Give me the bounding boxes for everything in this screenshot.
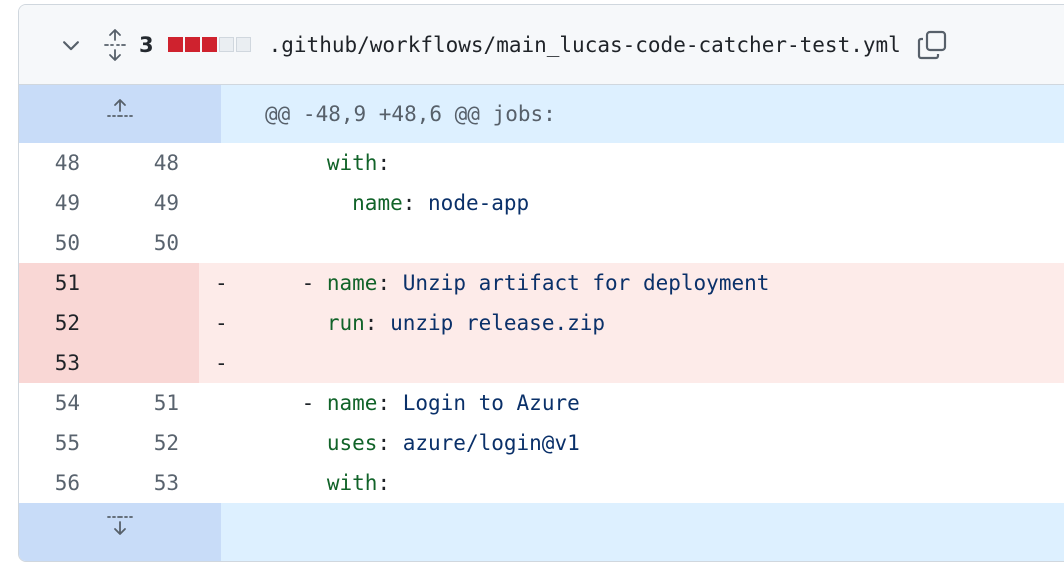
yaml-colon: :: [377, 431, 391, 455]
old-line-number[interactable]: 53: [19, 343, 100, 383]
new-line-number[interactable]: [100, 343, 199, 383]
new-line-number[interactable]: 48: [100, 143, 199, 183]
context-line-row: 54 51 - name: Login to Azure: [19, 383, 1064, 423]
context-line-row: 50 50: [19, 223, 1064, 263]
diffstat-block-deleted: [184, 37, 200, 52]
old-line-number[interactable]: 50: [19, 223, 100, 263]
yaml-colon: :: [377, 391, 391, 415]
yaml-value: unzip release.zip: [377, 311, 606, 335]
code-line: - run: unzip release.zip: [199, 303, 1064, 343]
yaml-key: with: [326, 151, 378, 175]
yaml-key: uses: [326, 431, 378, 455]
yaml-colon: :: [377, 271, 391, 295]
old-line-number[interactable]: 56: [19, 463, 100, 503]
deleted-line-row: 53 -: [19, 343, 1064, 383]
code-line: with:: [199, 143, 1064, 183]
file-path[interactable]: .github/workflows/main_lucas-code-catche…: [269, 33, 901, 57]
old-line-number[interactable]: 51: [19, 263, 100, 303]
code-line: -: [199, 343, 1064, 383]
code-line: uses: azure/login@v1: [199, 423, 1064, 463]
diffstat-block-neutral: [235, 37, 251, 52]
deleted-line-row: 52 - run: unzip release.zip: [19, 303, 1064, 343]
diff-file: 3 .github/workflows/main_lucas-code-catc…: [18, 4, 1064, 562]
yaml-value: Unzip artifact for deployment: [390, 271, 770, 295]
yaml-key: name: [326, 391, 378, 415]
new-line-number[interactable]: [100, 303, 199, 343]
expand-up-button[interactable]: [19, 85, 221, 143]
diff-marker: -: [215, 311, 228, 335]
yaml-key: name: [326, 271, 378, 295]
new-line-number[interactable]: [100, 263, 199, 303]
diff-marker: -: [215, 271, 228, 295]
old-line-number[interactable]: 48: [19, 143, 100, 183]
code-line: name: node-app: [199, 183, 1064, 223]
code-line: - name: Login to Azure: [199, 383, 1064, 423]
code-line: with:: [199, 463, 1064, 503]
new-line-number[interactable]: 50: [100, 223, 199, 263]
hunk-header: @@ -48,9 +48,6 @@ jobs:: [221, 85, 1064, 143]
yaml-colon: :: [377, 471, 391, 495]
file-header: 3 .github/workflows/main_lucas-code-catc…: [19, 5, 1064, 85]
diffstat: [167, 37, 251, 52]
list-dash: -: [301, 391, 327, 415]
expand-down-button[interactable]: [19, 503, 221, 561]
code-line: - - name: Unzip artifact for deployment: [199, 263, 1064, 303]
deleted-line-row: 51 - - name: Unzip artifact for deploymen…: [19, 263, 1064, 303]
context-line-row: 56 53 with:: [19, 463, 1064, 503]
expand-down-icon: [105, 503, 135, 561]
diff-marker: -: [215, 351, 228, 375]
yaml-value: azure/login@v1: [390, 431, 580, 455]
chevron-down-icon[interactable]: [59, 33, 83, 57]
yaml-colon: :: [364, 311, 378, 335]
diffstat-block-neutral: [218, 37, 234, 52]
yaml-value: node-app: [415, 191, 530, 215]
context-line-row: 55 52 uses: azure/login@v1: [19, 423, 1064, 463]
old-line-number[interactable]: 49: [19, 183, 100, 223]
change-count: 3: [139, 32, 154, 57]
new-line-number[interactable]: 51: [100, 383, 199, 423]
copy-icon[interactable]: [915, 28, 949, 62]
new-line-number[interactable]: 49: [100, 183, 199, 223]
expand-bottom-row: [19, 503, 1064, 561]
new-line-number[interactable]: 52: [100, 423, 199, 463]
yaml-key: with: [326, 471, 378, 495]
diff-lines: 48 48 with: 49 49 name: node-app 50 50 51- - n…: [19, 143, 1064, 503]
old-line-number[interactable]: 54: [19, 383, 100, 423]
new-line-number[interactable]: 53: [100, 463, 199, 503]
expand-up-icon: [105, 85, 135, 143]
yaml-key: name: [352, 191, 403, 215]
yaml-colon: :: [402, 191, 416, 215]
expand-bottom-filler: [221, 503, 1064, 561]
hunk-header-row: @@ -48,9 +48,6 @@ jobs:: [19, 85, 1064, 143]
yaml-value: Login to Azure: [390, 391, 580, 415]
diffstat-block-deleted: [201, 37, 217, 52]
yaml-colon: :: [377, 151, 391, 175]
yaml-key: run: [326, 311, 365, 335]
context-line-row: 48 48 with:: [19, 143, 1064, 183]
unfold-icon[interactable]: [103, 28, 127, 62]
diffstat-block-deleted: [167, 37, 183, 52]
list-dash: -: [301, 271, 327, 295]
old-line-number[interactable]: 55: [19, 423, 100, 463]
old-line-number[interactable]: 52: [19, 303, 100, 343]
context-line-row: 49 49 name: node-app: [19, 183, 1064, 223]
